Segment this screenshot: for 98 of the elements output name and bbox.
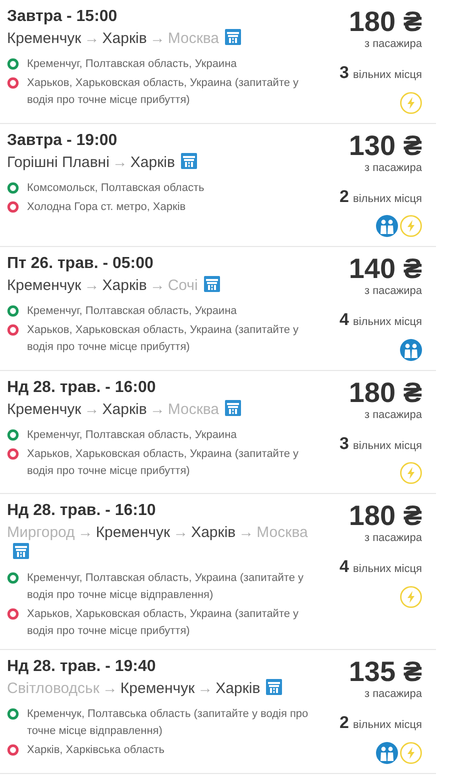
seats-label: вільних місця <box>353 192 422 206</box>
route-city: Харків <box>102 277 147 294</box>
departure-time: Завтра - 19:00 <box>7 130 118 150</box>
price-note: з пасажира <box>364 160 422 174</box>
highway-icon <box>13 543 29 559</box>
arrival-marker-icon <box>7 324 19 336</box>
route-arrow: → <box>238 524 254 541</box>
route-arrow: → <box>150 400 165 418</box>
seats-count: 4 <box>340 556 350 578</box>
price: 180 ₴ <box>348 378 422 408</box>
highway-icon <box>204 276 220 292</box>
highway-icon <box>266 679 282 695</box>
price-note: з пасажира <box>364 408 422 422</box>
seats-count: 4 <box>340 309 350 331</box>
route-city: Кременчук <box>7 30 82 47</box>
seats-label: вільних місця <box>353 562 422 577</box>
seats-label: вільних місця <box>353 438 422 454</box>
departure-marker-icon <box>7 58 19 70</box>
route-arrow: → <box>84 400 100 418</box>
route-arrow: → <box>78 524 93 541</box>
stop-address: Холодна Гора ст. метро, Харків <box>27 200 186 214</box>
stop-address: Кременчуг, Полтавская область, Украина (запитайте у водія про точне місце відправлення) <box>27 571 305 603</box>
route-city: Кременчук <box>7 400 82 418</box>
lightning-icon <box>400 92 422 114</box>
price: 140 ₴ <box>348 254 422 284</box>
seats-label: вільних місця <box>353 315 422 330</box>
route-arrow: → <box>102 680 118 697</box>
departure-marker-icon <box>7 428 19 440</box>
route-city: Світловодськ <box>7 680 100 697</box>
arrival-marker-icon <box>7 608 19 620</box>
route-city: Харків <box>102 30 147 47</box>
seats-label: вільних місця <box>353 718 422 733</box>
price: 180 ₴ <box>348 501 422 531</box>
lightning-icon <box>400 462 422 484</box>
price: 130 ₴ <box>348 130 422 160</box>
departure-time: Нд 28. трав. - 16:10 <box>7 501 157 521</box>
departure-time: Нд 28. трав. - 19:40 <box>7 657 157 677</box>
route-city: Харків <box>102 400 147 418</box>
stop-address: Харьков, Харьковская область, Украина (запитайте у водія про точне місце прибуття) <box>27 323 300 355</box>
two-people-icon <box>376 215 398 237</box>
route-city: Горішні Плавні <box>7 154 110 170</box>
departure-marker-icon <box>7 182 19 194</box>
route-city: Кременчук <box>7 277 82 294</box>
route-arrow: → <box>84 277 100 294</box>
route-city: Харків <box>191 524 236 541</box>
route-city: Кременчук <box>120 680 195 697</box>
departure-marker-icon <box>7 305 19 317</box>
route-city: Миргород <box>7 524 75 541</box>
stop-address: Кременчуг, Полтавская область, Украина <box>27 57 237 72</box>
highway-icon <box>225 29 242 45</box>
arrival-marker-icon <box>7 200 19 212</box>
stop-address: Кременчуг, Полтавская область, Украина <box>27 428 237 442</box>
route-city: Харків <box>216 680 260 697</box>
lightning-icon <box>400 586 422 608</box>
route-city: Кременчук <box>96 524 170 541</box>
route-arrow: → <box>150 30 165 47</box>
departure-marker-icon <box>7 708 19 720</box>
departure-time: Пт 26. трав. - 05:00 <box>7 254 154 274</box>
route-arrow: → <box>150 277 165 294</box>
route-city: Сочі <box>168 277 198 294</box>
arrival-marker-icon <box>7 744 19 756</box>
route-arrow: → <box>112 154 128 170</box>
two-people-icon <box>376 742 398 764</box>
route-city: Москва <box>168 30 220 47</box>
price-note: з пасажира <box>364 284 422 298</box>
price-note: з пасажира <box>364 37 422 51</box>
departure-time: Нд 28. трав. - 16:00 <box>7 378 157 398</box>
stop-address: Харьков, Харьковская область, Украина (запитайте у водія про точне місце прибуття) <box>27 76 300 108</box>
seats-count: 3 <box>340 432 350 454</box>
seats-count: 3 <box>340 62 350 84</box>
lightning-icon <box>400 215 422 237</box>
seats-count: 2 <box>340 186 350 208</box>
stop-address: Харьков, Харьковская область, Украина (запитайте у водія про точне місце прибуття) <box>27 446 300 478</box>
highway-icon <box>225 400 242 416</box>
route-city: Москва <box>168 400 220 418</box>
route-arrow: → <box>198 680 213 697</box>
arrival-marker-icon <box>7 77 19 89</box>
stop-address: Кременчук, Полтавська область (запитайте у водія про точне місце відправлення) <box>27 707 310 739</box>
highway-icon <box>180 152 197 168</box>
seats-count: 2 <box>340 712 350 734</box>
stop-address: Харьков, Харьковская область, Украина (запитайте у водія про точне місце прибуття) <box>27 607 300 639</box>
price: 135 ₴ <box>348 657 422 687</box>
route-arrow: → <box>173 524 188 541</box>
seats-label: вільних місця <box>353 68 422 83</box>
route-city: Харків <box>130 154 175 170</box>
route-arrow: → <box>84 30 100 47</box>
stop-address: Комсомольск, Полтавская область <box>27 180 204 196</box>
price-note: з пасажира <box>364 531 422 545</box>
stop-address: Кременчуг, Полтавская область, Украина <box>27 304 237 319</box>
departure-time: Завтра - 15:00 <box>7 7 118 27</box>
departure-marker-icon <box>7 572 19 584</box>
route-city: Москва <box>256 524 308 541</box>
two-people-icon <box>400 338 422 360</box>
price: 180 ₴ <box>348 7 422 37</box>
stop-address: Харків, Харківська область <box>27 743 165 758</box>
price-note: з пасажира <box>364 687 422 701</box>
lightning-icon <box>400 742 422 764</box>
arrival-marker-icon <box>7 448 19 460</box>
